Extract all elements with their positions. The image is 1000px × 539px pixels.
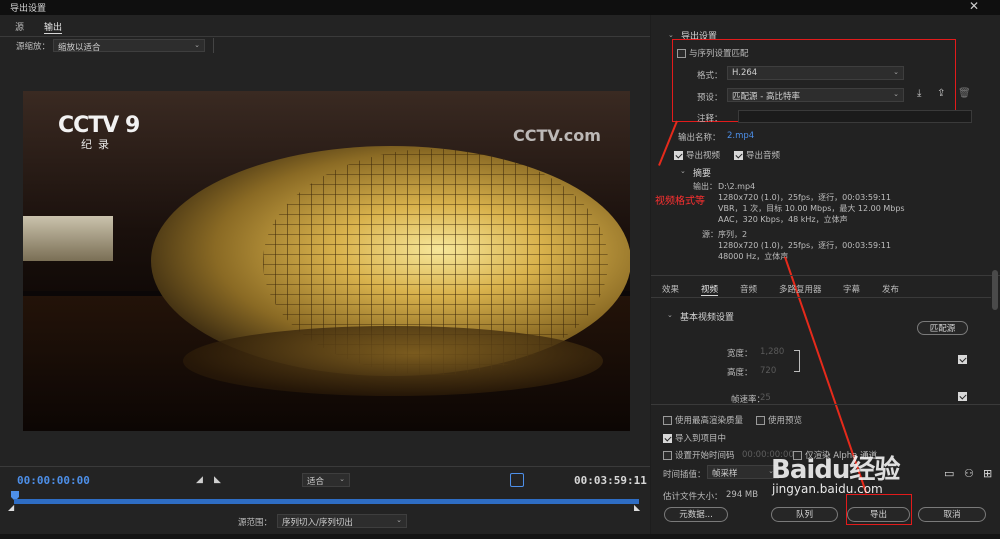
- save-preset-icon[interactable]: ⤓: [917, 88, 921, 99]
- link-bracket-icon[interactable]: [794, 350, 800, 372]
- window-title: 导出设置: [10, 4, 47, 14]
- summary-source-line: 序列，2: [718, 230, 748, 239]
- file-size-label: 估计文件大小：: [663, 492, 723, 502]
- chevron-down-icon: ⌄: [339, 475, 345, 483]
- chevron-down-icon: ⌄: [893, 68, 899, 76]
- fit-dropdown[interactable]: 适合 ⌄: [302, 473, 350, 487]
- output-name-link[interactable]: 2.mp4: [727, 131, 754, 141]
- divider: [0, 36, 650, 37]
- time-interpolation-dropdown[interactable]: 帧采样 ⌄: [707, 465, 779, 479]
- close-icon[interactable]: ✕: [969, 0, 979, 13]
- tab-publish[interactable]: 发布: [882, 283, 899, 295]
- export-video-checkbox[interactable]: 导出视频: [674, 149, 720, 161]
- watermark-url: jingyan.baidu.com: [772, 482, 883, 496]
- annotation-box-export: [846, 494, 912, 525]
- scrollbar[interactable]: [992, 270, 998, 310]
- format-dropdown[interactable]: H.264 ⌄: [727, 66, 904, 80]
- summary-output-line: 1280x720 (1.0)，25fps，逐行，00:03:59:11: [718, 193, 891, 202]
- framerate-match-checkbox[interactable]: [958, 392, 967, 402]
- comment-label: 注释：: [697, 114, 723, 124]
- range-end-handle[interactable]: ◣: [634, 503, 640, 512]
- output-name-label: 输出名称：: [678, 133, 721, 143]
- import-into-project-checkbox[interactable]: 导入到项目中: [663, 432, 726, 444]
- cctv-com-logo: CCTV.com: [513, 126, 601, 145]
- collapse-icon[interactable]: ⌄: [667, 311, 673, 319]
- cctv9-logo: CCTV 9: [58, 113, 140, 138]
- file-size-value: 294 MB: [726, 490, 759, 500]
- width-value[interactable]: 1,280: [760, 347, 784, 357]
- export-audio-checkbox[interactable]: 导出音频: [734, 149, 780, 161]
- height-value[interactable]: 720: [760, 366, 776, 376]
- basic-video-header: 基本视频设置: [680, 313, 735, 323]
- preset-label: 预设：: [697, 93, 723, 103]
- tab-effects[interactable]: 效果: [662, 283, 679, 295]
- summary-source-line: 1280x720 (1.0)，25fps，逐行，00:03:59:11: [718, 241, 891, 250]
- video-preview: CCTV 9 纪录 CCTV.com: [23, 91, 630, 431]
- bottom-strip: [0, 534, 1000, 539]
- set-start-timecode-checkbox[interactable]: 设置开始时间码: [663, 449, 735, 461]
- framerate-value[interactable]: 25: [760, 393, 771, 403]
- summary-output-line: AAC，320 Kbps，48 kHz，立体声: [718, 215, 848, 224]
- time-interpolation-label: 时间插值：: [663, 470, 706, 480]
- tab-multiplexer[interactable]: 多路复用器: [779, 283, 822, 295]
- preset-dropdown[interactable]: 匹配源 - 高比特率 ⌄: [727, 88, 904, 102]
- comment-input[interactable]: [738, 110, 972, 123]
- source-scale-label: 源缩放：: [16, 42, 51, 52]
- duration-timecode: 00:03:59:11: [574, 474, 647, 487]
- annotation-text: 视频格式等: [655, 196, 705, 207]
- tab-audio[interactable]: 音频: [740, 283, 757, 295]
- cctv9-logo-sub: 纪录: [81, 138, 115, 151]
- cancel-button[interactable]: 取消: [918, 507, 986, 522]
- import-preset-icon[interactable]: ⇪: [937, 88, 945, 99]
- summary-output-label: 输出：: [693, 182, 717, 191]
- grid-icon[interactable]: ⊞: [983, 467, 992, 480]
- range-start-handle[interactable]: ◢: [8, 503, 14, 512]
- mark-in-icon[interactable]: ◢: [196, 475, 203, 485]
- format-label: 格式：: [697, 71, 723, 81]
- summary-header: 摘要: [693, 169, 712, 179]
- summary-source-label: 源：: [702, 230, 718, 239]
- user-icon[interactable]: ⚇: [964, 467, 974, 480]
- queue-button[interactable]: 队列: [771, 507, 838, 522]
- source-scale-dropdown[interactable]: 缩放以适合 ⌄: [53, 39, 205, 53]
- monitor-icon[interactable]: ▭: [944, 467, 954, 480]
- metadata-button[interactable]: 元数据...: [664, 507, 728, 522]
- tab-video[interactable]: 视频: [701, 283, 719, 296]
- chevron-down-icon: ⌄: [396, 516, 402, 524]
- tab-output[interactable]: 输出: [44, 20, 63, 34]
- summary-output-line: VBR，1 次，目标 10.00 Mbps，最大 12.00 Mbps: [718, 204, 905, 213]
- baidu-watermark: Baidu经验: [771, 455, 900, 485]
- height-label: 高度：: [727, 368, 753, 378]
- tab-captions[interactable]: 字幕: [843, 283, 860, 295]
- chevron-down-icon: ⌄: [194, 41, 200, 49]
- width-label: 宽度：: [727, 349, 753, 359]
- chevron-down-icon: ⌄: [893, 90, 899, 98]
- match-sequence-checkbox[interactable]: 与序列设置匹配: [677, 47, 749, 59]
- tab-source[interactable]: 源: [15, 20, 24, 33]
- summary-output-line: D:\2.mp4: [718, 182, 756, 191]
- current-timecode[interactable]: 00:00:00:00: [17, 474, 90, 487]
- safe-margin-icon[interactable]: [510, 473, 524, 487]
- match-source-button[interactable]: 匹配源: [917, 321, 968, 335]
- title-bar: 导出设置 ✕: [0, 0, 1000, 15]
- collapse-icon[interactable]: ⌄: [668, 31, 674, 39]
- source-range-label: 源范围：: [238, 518, 273, 528]
- use-preview-checkbox[interactable]: 使用预览: [756, 414, 802, 426]
- timeline-bar[interactable]: [14, 499, 639, 504]
- delete-preset-icon[interactable]: 🗑: [958, 88, 971, 99]
- collapse-icon[interactable]: ⌄: [680, 167, 686, 175]
- summary-source-line: 48000 Hz，立体声: [718, 252, 789, 261]
- source-range-dropdown[interactable]: 序列切入/序列切出 ⌄: [277, 514, 407, 528]
- mark-out-icon[interactable]: ◣: [214, 475, 221, 485]
- width-match-checkbox[interactable]: [958, 355, 967, 365]
- max-render-quality-checkbox[interactable]: 使用最高渲染质量: [663, 414, 743, 426]
